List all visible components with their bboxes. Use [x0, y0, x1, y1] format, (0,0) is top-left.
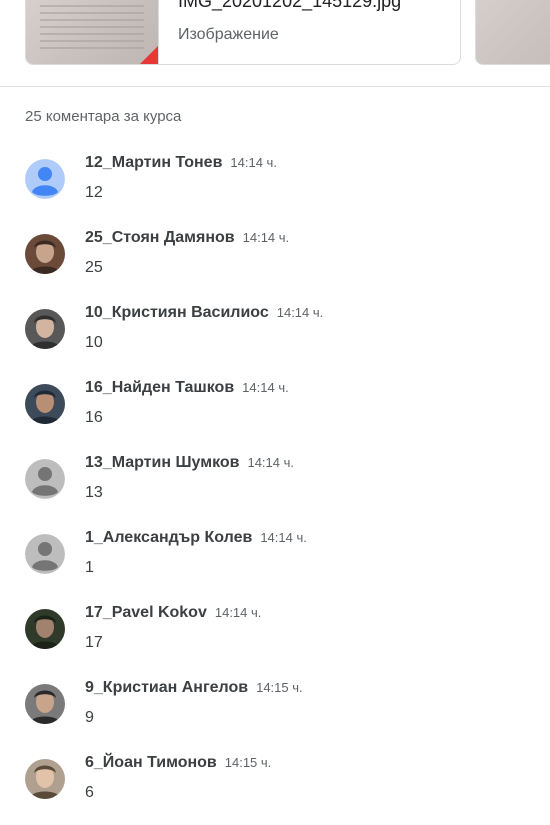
image-file-icon — [140, 46, 158, 64]
comment-author: 10_Кристиян Василиос — [85, 304, 269, 321]
comment-header: 9_Кристиан Ангелов 14:15 ч. — [85, 679, 303, 697]
comment-author: 13_Мартин Шумков — [85, 454, 240, 471]
default-avatar-icon — [25, 159, 65, 199]
attachment-card-next[interactable] — [475, 0, 550, 65]
comment-header: 13_Мартин Шумков 14:14 ч. — [85, 454, 294, 472]
comment-time: 14:14 ч. — [242, 380, 289, 395]
avatar-photo — [25, 759, 65, 799]
comment-header: 10_Кристиян Василиос 14:14 ч. — [85, 304, 323, 322]
comment-author: 17_Pavel Kokov — [85, 604, 207, 621]
comment-time: 14:15 ч. — [224, 755, 272, 770]
comment-header: 1_Александър Колев 14:14 ч. — [85, 529, 307, 547]
comments-count-header[interactable]: 25 коментара за курса — [25, 108, 181, 125]
comment-time: 14:14 ч. — [260, 530, 307, 545]
comment-text: 25 — [85, 259, 103, 276]
comment-text: 13 — [85, 484, 103, 501]
default-avatar-icon — [25, 459, 65, 499]
comment-author: 9_Кристиан Ангелов — [85, 679, 249, 696]
attachment-type: Изображение — [178, 26, 279, 43]
comment-item: 13_Мартин Шумков 14:14 ч. 13 — [0, 450, 550, 525]
comment-text: 6 — [85, 784, 94, 801]
comment-header: 12_Мартин Тонев 14:14 ч. — [85, 154, 277, 172]
comment-author: 16_Найден Ташков — [85, 379, 235, 396]
comment-text: 17 — [85, 634, 103, 651]
comment-item: 6_Йоан Тимонов 14:15 ч. 6 — [0, 750, 550, 825]
comment-item: 10_Кристиян Василиос 14:14 ч. 10 — [0, 300, 550, 375]
comments-list: 12_Мартин Тонев 14:14 ч. 12 25_Стоян Дамяно… — [0, 150, 550, 825]
comment-time: 14:14 ч. — [214, 605, 262, 620]
comment-text: 10 — [85, 334, 103, 351]
comment-header: 16_Найден Ташков 14:14 ч. — [85, 379, 289, 397]
attachment-filename[interactable]: IMG_20201202_145129.jpg — [178, 0, 401, 12]
attachments-bar: IMG_20201202_145129.jpg Изображение — [0, 0, 550, 87]
avatar-photo — [25, 309, 65, 349]
comment-header: 17_Pavel Kokov 14:14 ч. — [85, 604, 261, 622]
comment-time: 14:14 ч. — [247, 455, 294, 470]
comment-time: 14:14 ч. — [276, 305, 324, 320]
avatar-photo — [25, 684, 65, 724]
comment-author: 6_Йоан Тимонов — [85, 754, 217, 771]
attachment-thumbnail[interactable] — [26, 0, 159, 64]
attachment-card[interactable]: IMG_20201202_145129.jpg Изображение — [25, 0, 461, 65]
comment-item: 17_Pavel Kokov 14:14 ч. 17 — [0, 600, 550, 675]
comment-item: 1_Александър Колев 14:14 ч. 1 — [0, 525, 550, 600]
comment-author: 1_Александър Колев — [85, 529, 253, 546]
comment-text: 9 — [85, 709, 94, 726]
comment-text: 16 — [85, 409, 103, 426]
comment-header: 25_Стоян Дамянов 14:14 ч. — [85, 229, 289, 247]
comment-item: 25_Стоян Дамянов 14:14 ч. 25 — [0, 225, 550, 300]
comment-item: 16_Найден Ташков 14:14 ч. 16 — [0, 375, 550, 450]
comment-author: 25_Стоян Дамянов — [85, 229, 235, 246]
default-avatar-icon — [25, 534, 65, 574]
avatar-photo — [25, 384, 65, 424]
comment-time: 14:14 ч. — [230, 155, 277, 170]
comment-time: 14:14 ч. — [242, 230, 290, 245]
avatar-photo — [25, 234, 65, 274]
avatar-photo — [25, 609, 65, 649]
comment-item: 9_Кристиан Ангелов 14:15 ч. 9 — [0, 675, 550, 750]
comment-text: 1 — [85, 559, 94, 576]
comment-time: 14:15 ч. — [256, 680, 303, 695]
comment-header: 6_Йоан Тимонов 14:15 ч. — [85, 754, 271, 772]
comment-author: 12_Мартин Тонев — [85, 154, 223, 171]
comment-item: 12_Мартин Тонев 14:14 ч. 12 — [0, 150, 550, 225]
comment-text: 12 — [85, 184, 103, 201]
